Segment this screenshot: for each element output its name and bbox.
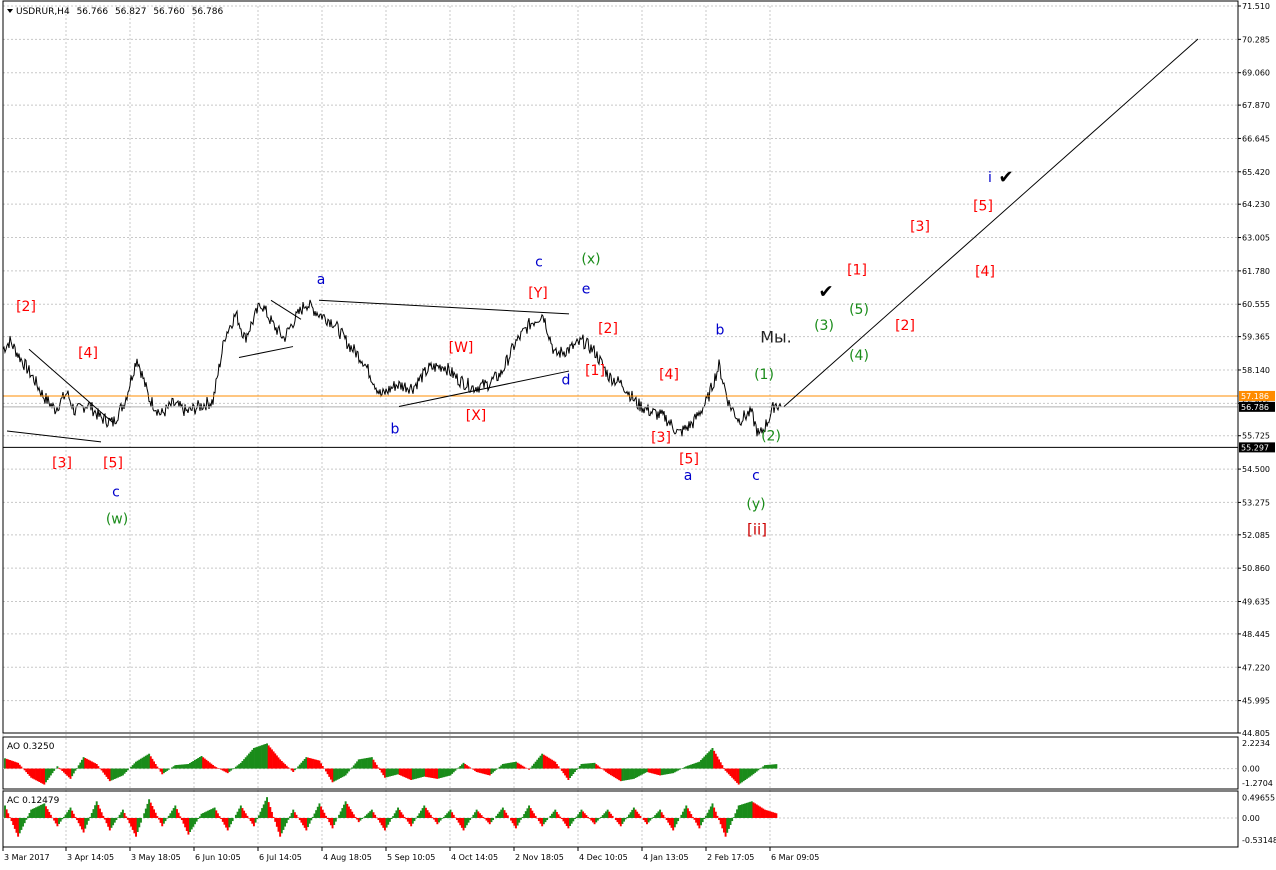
wave-label: e xyxy=(582,281,591,297)
current-price-tag: 56.786 xyxy=(1241,403,1269,412)
x-tick-label: 4 Jan 13:05 xyxy=(643,853,689,862)
wave-label: [Y] xyxy=(528,286,547,302)
y-tick-label: 61.780 xyxy=(1242,267,1270,276)
y-tick-label: 44.805 xyxy=(1242,729,1270,738)
y-tick-label: 48.445 xyxy=(1242,630,1270,639)
ao-tick-label: -1.2704 xyxy=(1242,779,1273,788)
wave-label: c xyxy=(112,484,120,500)
wave-label: d xyxy=(562,373,571,389)
x-tick-label: 6 Jun 10:05 xyxy=(195,853,241,862)
wave-label: [4] xyxy=(659,367,679,383)
y-tick-label: 67.870 xyxy=(1242,101,1270,110)
y-tick-label: 64.230 xyxy=(1242,200,1270,209)
chart-window[interactable]: [2] [4] [3] [5] c (w) a b [W] [X] [Y] c (x) e d [2] [1] [… xyxy=(0,0,1276,866)
wave-label: (x) xyxy=(581,252,600,268)
y-tick-label: 55.725 xyxy=(1242,432,1270,441)
wave-label: [2] xyxy=(895,318,915,334)
wave-label: [3] xyxy=(52,456,72,472)
wave-label: [5] xyxy=(679,452,699,468)
ao-tick-label: 0.00 xyxy=(1242,765,1260,774)
wave-label: a xyxy=(317,272,326,288)
x-tick-label: 4 Oct 14:05 xyxy=(451,853,498,862)
x-tick-label: 6 Jul 14:05 xyxy=(259,853,302,862)
open-value: 56.766 xyxy=(77,7,109,17)
wave-label: c xyxy=(535,254,543,270)
wave-label: (w) xyxy=(106,512,128,528)
x-tick-label: 4 Dec 10:05 xyxy=(579,853,628,862)
y-tick-label: 49.635 xyxy=(1242,598,1270,607)
wave-label: [5] xyxy=(103,456,123,472)
wave-label: (2) xyxy=(761,428,781,444)
x-tick-label: 2 Feb 17:05 xyxy=(707,853,754,862)
bid-price-tag: 57.186 xyxy=(1241,392,1269,401)
y-tick-label: 53.275 xyxy=(1242,498,1270,507)
x-tick-label: 6 Mar 09:05 xyxy=(771,853,819,862)
x-tick-label: 4 Aug 18:05 xyxy=(323,853,372,862)
y-tick-label: 71.510 xyxy=(1242,2,1270,11)
wave-label: [1] xyxy=(847,262,867,278)
high-value: 56.827 xyxy=(115,7,147,17)
wave-label: b xyxy=(391,422,400,438)
y-tick-label: 60.555 xyxy=(1242,300,1270,309)
low-value: 56.760 xyxy=(153,7,185,17)
wave-label: [3] xyxy=(651,430,671,446)
ac-tick-label: -0.53148 xyxy=(1242,836,1276,845)
y-tick-label: 66.645 xyxy=(1242,134,1270,143)
wave-label: [4] xyxy=(78,345,98,361)
x-tick-label: 2 Nov 18:05 xyxy=(515,853,564,862)
ac-tick-label: 0.00 xyxy=(1242,814,1260,823)
x-tick-label: 3 Apr 14:05 xyxy=(67,853,114,862)
y-tick-label: 52.085 xyxy=(1242,531,1270,540)
wave-label: [X] xyxy=(466,408,487,424)
checkmark-icon: ✔ xyxy=(818,282,833,303)
wave-label: (3) xyxy=(814,318,834,334)
y-tick-label: 59.365 xyxy=(1242,333,1270,342)
x-tick-label: 5 Sep 10:05 xyxy=(387,853,435,862)
wave-label: [1] xyxy=(585,363,605,379)
x-tick-label: 3 May 18:05 xyxy=(131,853,181,862)
wave-label: a xyxy=(684,468,693,484)
x-tick-label: 3 Mar 2017 xyxy=(4,853,50,862)
wave-label: (4) xyxy=(849,348,869,364)
wave-label: [4] xyxy=(975,264,995,280)
wave-label: [2] xyxy=(16,299,36,315)
svg-text:USDRUR,H4 56.766: USDRUR,H4 56.766 56.827 56.760 56.786 xyxy=(16,7,223,17)
wave-label: [W] xyxy=(449,340,474,356)
symbol-label: USDRUR,H4 xyxy=(16,7,70,17)
ao-tick-label: 2.2234 xyxy=(1242,739,1270,748)
wave-label: [5] xyxy=(973,198,993,214)
wave-label: [3] xyxy=(910,219,930,235)
ao-title: AO 0.3250 xyxy=(7,742,55,752)
wave-label: Мы. xyxy=(760,327,792,346)
wave-label: [2] xyxy=(598,321,618,337)
support-price-tag: 55.297 xyxy=(1241,443,1269,452)
y-tick-label: 58.140 xyxy=(1242,366,1270,375)
y-tick-label: 45.995 xyxy=(1242,697,1270,706)
chart-canvas[interactable]: [2] [4] [3] [5] c (w) a b [W] [X] [Y] c (x) e d [2] [1] [… xyxy=(0,0,1276,866)
y-tick-label: 63.005 xyxy=(1242,234,1270,243)
y-tick-label: 54.500 xyxy=(1242,465,1270,474)
wave-label: (1) xyxy=(754,367,774,383)
close-value: 56.786 xyxy=(192,7,224,17)
wave-label: i xyxy=(988,170,992,186)
wave-label: [ii] xyxy=(747,520,767,538)
wave-label: c xyxy=(752,468,760,484)
y-tick-label: 47.220 xyxy=(1242,663,1270,672)
wave-label: (y) xyxy=(746,497,765,513)
y-tick-label: 69.060 xyxy=(1242,69,1270,78)
y-tick-label: 65.420 xyxy=(1242,168,1270,177)
wave-label: b xyxy=(716,322,725,338)
ac-title: AC 0.12479 xyxy=(7,796,60,806)
y-tick-label: 70.285 xyxy=(1242,35,1270,44)
y-tick-label: 50.860 xyxy=(1242,564,1270,573)
ac-tick-label: 0.49655 xyxy=(1242,793,1275,802)
wave-label: (5) xyxy=(849,302,869,318)
checkmark-icon: ✔ xyxy=(998,167,1013,188)
